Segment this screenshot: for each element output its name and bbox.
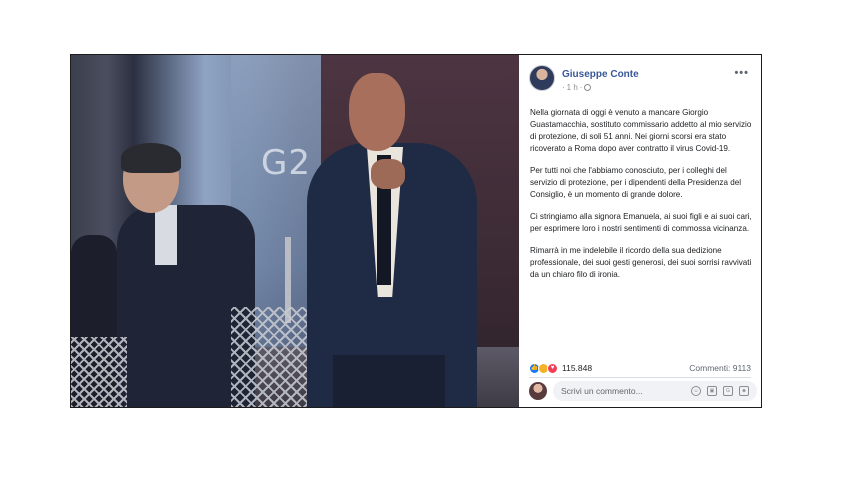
standing-man-hand bbox=[371, 159, 405, 189]
post-panel: Giuseppe Conte · 1 h · ••• Nella giornat… bbox=[519, 55, 761, 407]
post-screenshot-frame: G2 Giuseppe Conte · 1 h · ••• Nella gior… bbox=[70, 54, 762, 408]
author-name[interactable]: Giuseppe Conte bbox=[562, 69, 639, 80]
seated-man-shirt bbox=[155, 205, 177, 265]
globe-icon bbox=[584, 84, 592, 91]
wire-chair bbox=[231, 307, 317, 407]
post-meta: · 1 h · bbox=[562, 83, 592, 92]
post-time[interactable]: 1 h bbox=[567, 83, 578, 92]
post-paragraph: Per tutti noi che l'abbiamo conosciuto, … bbox=[530, 166, 742, 199]
seated-man-hair bbox=[121, 143, 181, 173]
meta-dot: · bbox=[579, 83, 583, 92]
post-text: Nella giornata di oggi è venuto a mancar… bbox=[530, 107, 756, 291]
commenter-avatar bbox=[529, 382, 547, 400]
meta-dot: · bbox=[562, 83, 565, 92]
reaction-count[interactable]: 115.848 bbox=[562, 363, 592, 373]
divider bbox=[529, 377, 751, 378]
camera-icon[interactable]: ▣ bbox=[707, 386, 717, 396]
emoji-icon[interactable]: ☺ bbox=[691, 386, 701, 396]
comment-input[interactable]: Scrivi un commento... ☺ ▣ G ☻ bbox=[553, 381, 757, 401]
post-photo[interactable]: G2 bbox=[71, 55, 519, 407]
post-paragraph: Rimarrà in me indelebile il ricordo dell… bbox=[530, 246, 752, 279]
gif-icon[interactable]: G bbox=[723, 386, 733, 396]
post-paragraph: Ci stringiamo alla signora Emanuela, ai … bbox=[530, 212, 752, 233]
standing-man-trousers bbox=[333, 355, 445, 407]
g20-sign: G2 bbox=[261, 143, 311, 183]
reactions-bar: 👍 ♥ 115.848 Commenti: 9113 bbox=[529, 361, 751, 375]
author-avatar[interactable] bbox=[529, 65, 555, 91]
ellipsis-icon[interactable]: ••• bbox=[734, 67, 749, 79]
post-paragraph: Nella giornata di oggi è venuto a mancar… bbox=[530, 108, 752, 153]
comment-placeholder: Scrivi un commento... bbox=[561, 386, 643, 396]
comment-count[interactable]: Commenti: 9113 bbox=[689, 363, 751, 373]
wire-chair bbox=[71, 337, 127, 407]
standing-man-head bbox=[349, 73, 405, 151]
love-icon[interactable]: ♥ bbox=[547, 362, 558, 374]
sticker-icon[interactable]: ☻ bbox=[739, 386, 749, 396]
